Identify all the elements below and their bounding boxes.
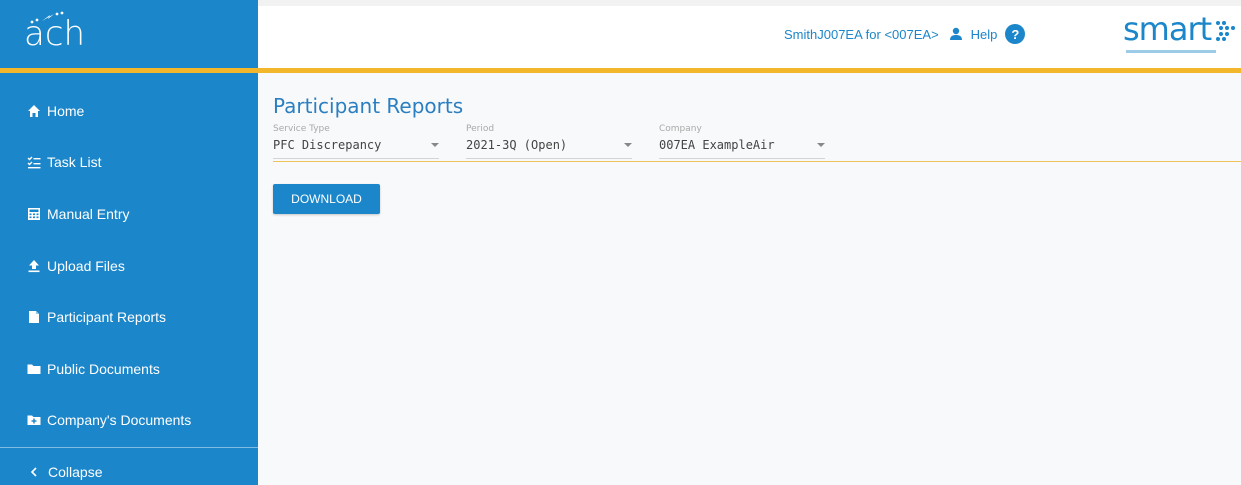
company-select[interactable]: Company 007EA ExampleAir: [659, 124, 825, 159]
sidebar-item-manual-entry[interactable]: Manual Entry: [0, 188, 258, 240]
home-icon: [27, 104, 41, 118]
service-type-value-row[interactable]: PFC Discrepancy: [273, 138, 439, 159]
top-header: [258, 0, 1241, 68]
company-value-row[interactable]: 007EA ExampleAir: [659, 138, 825, 159]
header-user-area: SmithJ007EA for <007EA> Help ?: [784, 23, 1026, 45]
sidebar-item-upload-files[interactable]: Upload Files: [0, 240, 258, 292]
service-type-select[interactable]: Service Type PFC Discrepancy: [273, 124, 439, 159]
page-title: Participant Reports: [273, 94, 464, 118]
sidebar-item-companys-documents[interactable]: Company's Documents: [0, 395, 258, 447]
sidebar-divider: [0, 447, 258, 448]
help-link[interactable]: Help: [971, 27, 998, 42]
sidebar-nav: Home Task List Manual Entry Upload Files…: [0, 85, 258, 446]
period-value: 2021-3Q (Open): [466, 138, 568, 152]
service-type-value: PFC Discrepancy: [273, 138, 382, 152]
filter-bar: Service Type PFC Discrepancy Period 2021…: [273, 124, 1241, 162]
service-type-label: Service Type: [273, 124, 330, 134]
sidebar-item-label: Manual Entry: [47, 205, 130, 222]
main-content: Participant Reports Service Type PFC Dis…: [258, 73, 1241, 485]
app-logo[interactable]: ach: [0, 0, 258, 68]
report-icon: [27, 310, 41, 324]
sidebar-item-label: Participant Reports: [47, 309, 167, 326]
user-label[interactable]: SmithJ007EA for <007EA>: [784, 27, 939, 42]
sidebar-item-label: Public Documents: [47, 360, 160, 377]
question-circle-icon[interactable]: ?: [1005, 24, 1026, 44]
checklist-icon: [27, 155, 41, 169]
sidebar-item-label: Home: [47, 102, 85, 119]
collapse-button[interactable]: Collapse: [0, 458, 258, 485]
chevron-down-icon: [624, 143, 632, 147]
smart-dots-icon: [1216, 21, 1235, 41]
chevron-left-icon: [30, 464, 38, 480]
sidebar-item-public-documents[interactable]: Public Documents: [0, 343, 258, 395]
company-label: Company: [659, 124, 702, 134]
folder-plus-icon: [27, 413, 41, 427]
calculator-icon: [27, 207, 41, 221]
collapse-label: Collapse: [48, 463, 103, 480]
company-value: 007EA ExampleAir: [659, 138, 775, 152]
smart-logo-tagline: [1126, 50, 1216, 53]
period-value-row[interactable]: 2021-3Q (Open): [466, 138, 632, 159]
sidebar-item-task-list[interactable]: Task List: [0, 137, 258, 189]
download-button[interactable]: DOWNLOAD: [273, 184, 380, 214]
header-top-strip: [258, 0, 1241, 6]
smart-logo-text: smart: [1123, 10, 1212, 48]
upload-icon: [27, 259, 41, 273]
folder-icon: [27, 362, 41, 376]
period-select[interactable]: Period 2021-3Q (Open): [466, 124, 632, 159]
period-label: Period: [466, 124, 495, 134]
logo-text: ach: [24, 14, 86, 54]
sidebar-item-home[interactable]: Home: [0, 85, 258, 137]
sidebar-item-label: Upload Files: [47, 257, 125, 274]
chevron-down-icon: [817, 143, 825, 147]
sidebar-item-label: Task List: [47, 154, 102, 171]
sidebar-item-label: Company's Documents: [47, 412, 192, 429]
person-icon[interactable]: [947, 25, 965, 43]
chevron-down-icon: [431, 143, 439, 147]
smart-logo: smart: [1123, 10, 1238, 54]
sidebar-item-participant-reports[interactable]: Participant Reports: [0, 291, 258, 343]
